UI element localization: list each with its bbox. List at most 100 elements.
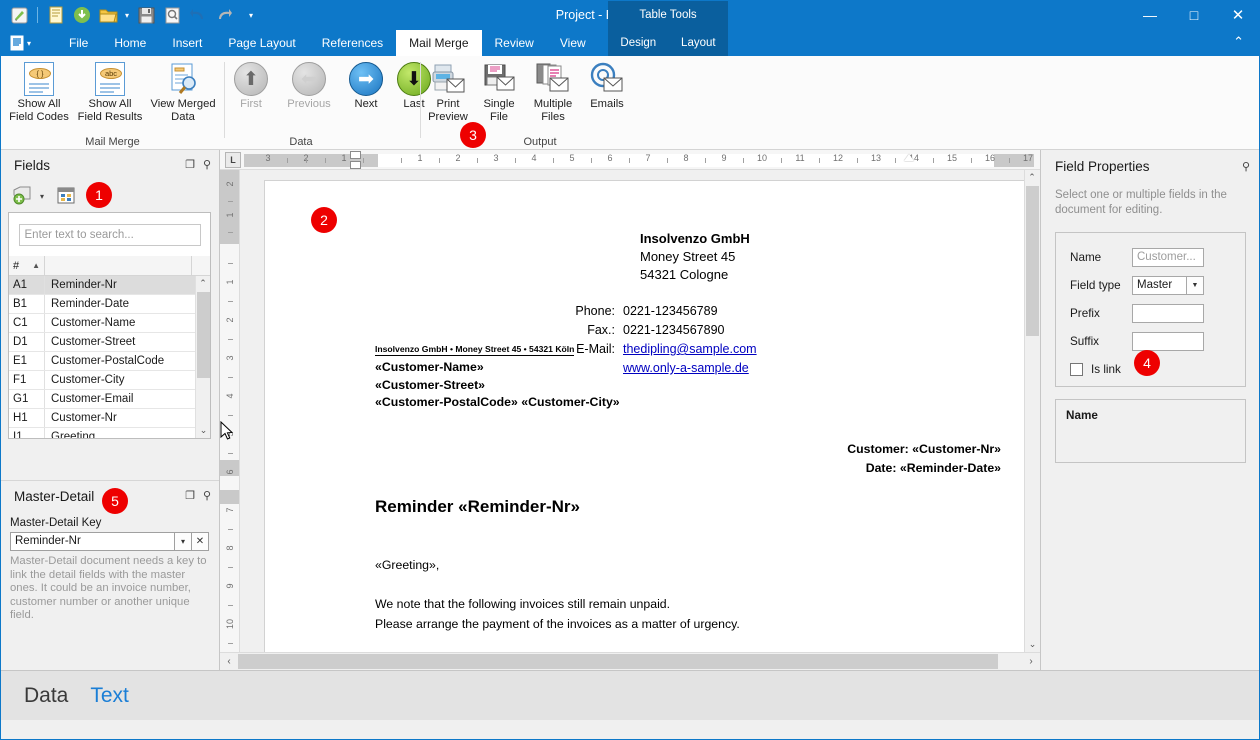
close-button[interactable]: ✕: [1216, 0, 1260, 30]
label-line1: Show All: [88, 98, 132, 110]
scrollbar-thumb[interactable]: [238, 654, 998, 669]
merge-field-customer-nr[interactable]: Customer: «Customer-Nr»: [265, 440, 1001, 459]
open-dropdown-icon[interactable]: ▾: [123, 11, 131, 20]
merge-field-customer-postal-city[interactable]: «Customer-PostalCode» «Customer-City»: [375, 394, 620, 412]
restore-icon[interactable]: ❐: [185, 158, 195, 171]
tab-references[interactable]: References: [309, 30, 396, 56]
save-icon[interactable]: [135, 4, 157, 26]
email-link[interactable]: thedipling@sample.com: [623, 342, 757, 356]
chevron-down-icon[interactable]: ▼: [1186, 275, 1204, 295]
tab-mail-merge[interactable]: Mail Merge: [396, 30, 482, 56]
clear-key-icon[interactable]: ✕: [192, 532, 209, 551]
is-link-checkbox[interactable]: [1070, 362, 1083, 376]
table-row[interactable]: C1 Customer-Name: [9, 314, 210, 333]
merge-field-greeting[interactable]: «Greeting»,: [375, 558, 439, 572]
scroll-up-arrow[interactable]: ⌃: [196, 276, 210, 291]
merge-field-customer-street[interactable]: «Customer-Street»: [375, 377, 620, 395]
tab-stop-selector[interactable]: L: [225, 152, 241, 168]
scroll-right-arrow[interactable]: ›: [1022, 653, 1040, 670]
pin-icon[interactable]: ⚲: [1242, 160, 1250, 173]
pin-icon[interactable]: ⚲: [203, 489, 211, 502]
document-vertical-scrollbar[interactable]: ⌃ ⌄: [1024, 170, 1039, 652]
maximize-button[interactable]: □: [1172, 0, 1216, 30]
restore-icon[interactable]: ❐: [185, 489, 195, 502]
table-row[interactable]: G1 Customer-Email: [9, 390, 210, 409]
prefix-field[interactable]: [1132, 303, 1204, 323]
view-merged-data-button[interactable]: View Merged Data: [148, 60, 218, 123]
print-preview-button[interactable]: Print Preview: [420, 60, 476, 123]
scrollbar-thumb[interactable]: [197, 292, 210, 378]
chevron-down-icon[interactable]: ▾: [175, 532, 192, 551]
next-record-button[interactable]: ➡ Next: [342, 60, 390, 111]
document-horizontal-scrollbar[interactable]: ‹ ›: [220, 652, 1040, 670]
show-all-field-results-button[interactable]: abc Show All Field Results: [75, 60, 145, 123]
customize-qat-icon[interactable]: ▾: [247, 11, 255, 20]
redo-icon[interactable]: [213, 4, 235, 26]
print-preview-icon[interactable]: [161, 4, 183, 26]
field-key: H1: [9, 409, 45, 427]
scrollbar-track[interactable]: [238, 653, 1022, 670]
tab-view[interactable]: View: [547, 30, 599, 56]
table-row[interactable]: F1 Customer-City: [9, 371, 210, 390]
tab-page-layout[interactable]: Page Layout: [215, 30, 308, 56]
vertical-ruler[interactable]: 2 1 1 2 3 4 5 6 7 8 9 10: [220, 170, 240, 652]
search-input[interactable]: Enter text to search...: [18, 223, 201, 246]
table-row[interactable]: H1 Customer-Nr: [9, 409, 210, 428]
table-row[interactable]: E1 Customer-PostalCode: [9, 352, 210, 371]
tab-review[interactable]: Review: [482, 30, 547, 56]
scroll-down-arrow[interactable]: ⌄: [1025, 637, 1040, 652]
scroll-up-arrow[interactable]: ⌃: [1025, 170, 1039, 185]
column-header-name[interactable]: [45, 256, 192, 275]
master-detail-key-input[interactable]: Reminder-Nr: [10, 532, 175, 551]
right-indent-marker[interactable]: [904, 154, 914, 161]
document-page[interactable]: Insolvenzo GmbH Money Street 45 54321 Co…: [265, 181, 1025, 652]
field-type-select[interactable]: Master ▼: [1132, 275, 1204, 295]
tab-insert[interactable]: Insert: [159, 30, 215, 56]
scroll-left-arrow[interactable]: ‹: [220, 653, 238, 670]
add-field-dropdown-icon[interactable]: ▾: [40, 192, 44, 201]
open-folder-icon[interactable]: [97, 4, 119, 26]
ruler-number: 3: [265, 153, 271, 163]
multiple-files-button[interactable]: Multiple Files: [524, 60, 582, 123]
column-header-number[interactable]: # ▲: [9, 256, 45, 275]
new-document-icon[interactable]: [45, 4, 67, 26]
collapse-ribbon-icon[interactable]: ⌃: [1233, 34, 1244, 50]
bottom-tab-text[interactable]: Text: [90, 684, 129, 708]
date-field-icon[interactable]: [56, 185, 76, 208]
bottom-tab-data[interactable]: Data: [24, 684, 68, 708]
show-all-field-codes-button[interactable]: { } Show All Field Codes: [4, 60, 74, 123]
document-canvas[interactable]: Insolvenzo GmbH Money Street 45 54321 Co…: [241, 170, 1025, 652]
previous-record-button[interactable]: ⬅ Previous: [276, 60, 342, 111]
download-icon[interactable]: [71, 4, 93, 26]
minimize-button[interactable]: —: [1128, 0, 1172, 30]
tab-file[interactable]: File: [56, 30, 101, 56]
horizontal-ruler[interactable]: L 3 2 1 1 2 3 4 5 6 7 8 9 10 11 12 13 1: [220, 150, 1040, 170]
label-line2: Preview: [428, 110, 468, 123]
table-row[interactable]: A1 Reminder-Nr: [9, 276, 210, 295]
application-menu-button[interactable]: ▾: [10, 30, 46, 56]
fields-vertical-scrollbar[interactable]: ⌃ ⌄: [195, 276, 210, 438]
first-line-indent-marker[interactable]: [350, 151, 361, 159]
add-field-icon[interactable]: [12, 185, 34, 208]
table-row[interactable]: D1 Customer-Street: [9, 333, 210, 352]
first-record-button[interactable]: ⬆ First: [226, 60, 276, 111]
single-file-button[interactable]: Single File: [474, 60, 524, 123]
tab-design[interactable]: Design: [620, 37, 656, 49]
table-row[interactable]: B1 Reminder-Date: [9, 295, 210, 314]
table-row[interactable]: I1 Greeting: [9, 428, 210, 438]
merge-field-reminder-date[interactable]: Date: «Reminder-Date»: [265, 459, 1001, 478]
suffix-field[interactable]: [1132, 331, 1204, 351]
emails-button[interactable]: Emails: [582, 60, 632, 111]
tab-home[interactable]: Home: [101, 30, 159, 56]
scrollbar-thumb[interactable]: [1026, 186, 1039, 336]
website-link[interactable]: www.only-a-sample.de: [623, 361, 749, 375]
tab-layout[interactable]: Layout: [681, 37, 716, 49]
scroll-down-arrow[interactable]: ⌄: [196, 423, 210, 438]
undo-icon[interactable]: [187, 4, 209, 26]
name-field[interactable]: Customer...: [1132, 247, 1204, 267]
merge-field-customer-name[interactable]: «Customer-Name»: [375, 359, 620, 377]
pen-icon[interactable]: [8, 4, 30, 26]
left-indent-marker[interactable]: [350, 161, 361, 169]
document-heading[interactable]: Reminder «Reminder-Nr»: [375, 497, 580, 517]
pin-icon[interactable]: ⚲: [203, 158, 211, 171]
